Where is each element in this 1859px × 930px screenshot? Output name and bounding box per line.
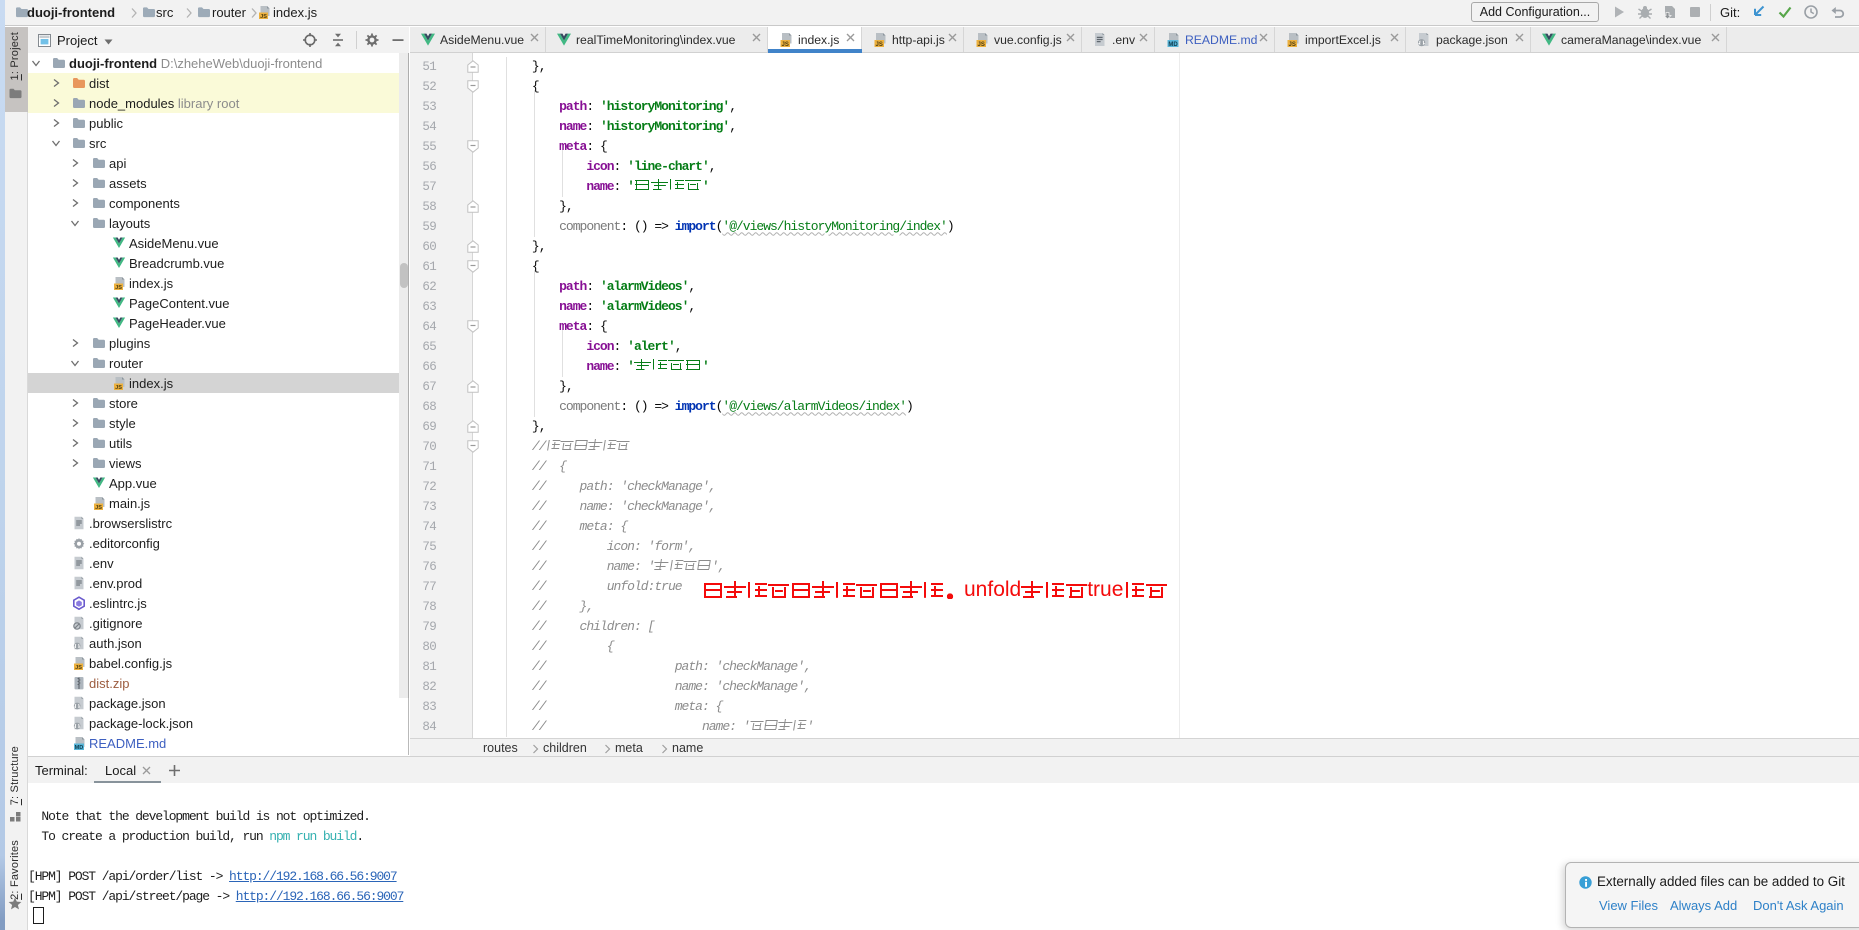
svg-text:MD: MD: [75, 745, 84, 750]
svg-text:JS: JS: [876, 42, 883, 48]
svg-text:JS: JS: [260, 14, 267, 20]
svg-text:JS: JS: [115, 385, 122, 390]
svg-text:JS: JS: [1289, 42, 1296, 48]
svg-text:JS: JS: [95, 505, 102, 510]
svg-text:JS: JS: [75, 665, 82, 670]
svg-text:JS: JS: [978, 42, 985, 48]
svg-text:JS: JS: [115, 285, 122, 290]
svg-text:JS: JS: [782, 42, 789, 48]
svg-text:MD: MD: [1168, 42, 1178, 48]
